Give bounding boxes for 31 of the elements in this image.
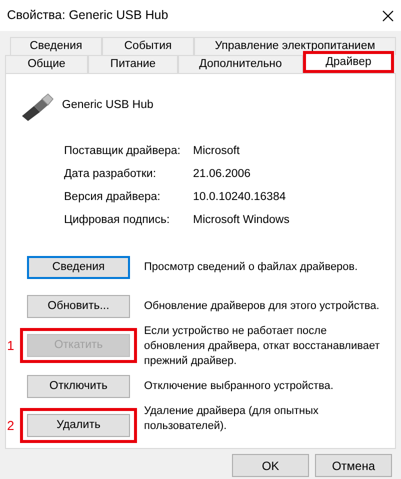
action-button[interactable]: Сведения bbox=[27, 256, 130, 279]
marker-number: 1 bbox=[6, 336, 16, 355]
marker-number: 2 bbox=[6, 416, 16, 435]
action-button[interactable]: Удалить bbox=[27, 414, 130, 437]
device-name: Generic USB Hub bbox=[62, 98, 154, 114]
dialog-button[interactable]: Отмена bbox=[315, 454, 392, 477]
tab[interactable]: Дополнительно bbox=[178, 55, 303, 73]
action-button[interactable]: Отключить bbox=[27, 375, 130, 398]
property-value: 10.0.10240.16384 bbox=[193, 190, 286, 205]
action-description: Удаление драйвера (для опытных пользователей). bbox=[144, 404, 320, 434]
action-description: Если устройство не работает после обновления драйвера, откат восстанавливает прежний драйвер. bbox=[144, 324, 381, 369]
property-label: Поставщик драйвера: bbox=[64, 144, 182, 159]
tab[interactable]: События bbox=[102, 37, 194, 55]
tab[interactable]: Сведения bbox=[10, 37, 102, 55]
tab[interactable]: Питание bbox=[88, 55, 178, 73]
property-value: Microsoft bbox=[193, 144, 240, 159]
property-label: Дата разработки: bbox=[64, 166, 158, 182]
tab[interactable]: Общие bbox=[5, 55, 88, 73]
close-icon[interactable] bbox=[382, 10, 394, 22]
tab[interactable]: Драйвер bbox=[303, 51, 394, 73]
tab[interactable]: Управление электропитанием bbox=[194, 37, 396, 55]
property-label: Цифровая подпись: bbox=[64, 212, 171, 228]
action-description: Отключение выбранного устройства. bbox=[144, 379, 334, 394]
action-description: Обновление драйверов для этого устройства. bbox=[144, 299, 380, 314]
property-label: Версия драйвера: bbox=[64, 190, 162, 205]
window-title: Свойства: Generic USB Hub bbox=[7, 7, 168, 24]
property-value: 21.06.2006 bbox=[193, 166, 251, 182]
action-button[interactable]: Обновить... bbox=[27, 295, 130, 318]
property-value: Microsoft Windows bbox=[193, 212, 290, 228]
dialog-button[interactable]: OK bbox=[232, 454, 309, 477]
action-description: Просмотр сведений о файлах драйверов. bbox=[144, 260, 359, 275]
